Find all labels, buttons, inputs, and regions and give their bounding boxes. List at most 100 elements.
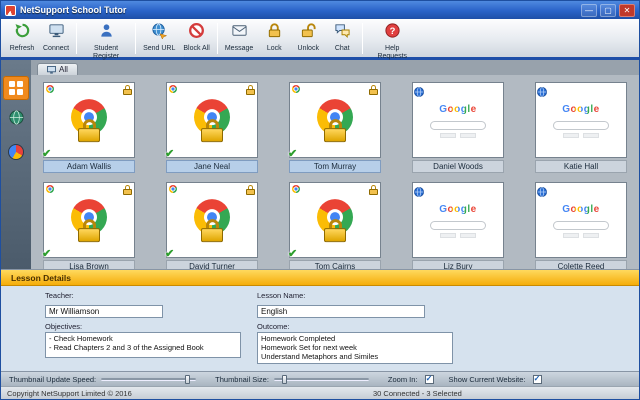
sidebar-item-web-view[interactable] bbox=[3, 108, 29, 132]
student-grid: Google ✔ Adam Wallis Google ✔ Jane Neal bbox=[31, 75, 639, 273]
chrome-badge-icon bbox=[46, 85, 54, 93]
unlock-icon bbox=[300, 22, 317, 44]
refresh-button[interactable]: Refresh bbox=[5, 20, 39, 57]
student-thumbnail[interactable]: Google ✔ Tom Murray bbox=[288, 82, 381, 173]
app-logo-icon bbox=[5, 4, 16, 16]
student-screen: Google ✔ bbox=[535, 182, 627, 258]
lock-overlay-icon bbox=[78, 219, 100, 243]
student-thumbnail[interactable]: Google ✔ Jane Neal bbox=[165, 82, 258, 173]
slider-thumb[interactable] bbox=[184, 374, 190, 384]
student-screen: Google ✔ bbox=[42, 182, 135, 260]
student-name: Tom Murray bbox=[289, 160, 381, 173]
sidebar-item-survey-view[interactable] bbox=[3, 140, 29, 164]
web-page-preview: Google bbox=[536, 183, 626, 257]
lock-overlay-icon bbox=[78, 119, 100, 143]
student-screen: Google ✔ bbox=[412, 82, 504, 158]
thumbnail-update-speed-slider[interactable] bbox=[101, 374, 197, 385]
lesson-details-panel: Lesson Details Teacher: Lesson Name: Obj… bbox=[1, 269, 639, 371]
teacher-label: Teacher: bbox=[45, 291, 74, 300]
student-thumbnail[interactable]: Google ✔ Tom Cairns bbox=[288, 182, 381, 273]
browser-badge-icon bbox=[537, 184, 547, 197]
student-screen: Google ✔ bbox=[165, 82, 258, 160]
toolbar-separator bbox=[216, 23, 218, 54]
student-screen: Google ✔ bbox=[165, 182, 258, 260]
chrome-badge-icon bbox=[292, 85, 300, 93]
tab-all[interactable]: All bbox=[37, 63, 78, 75]
student-name: Daniel Woods bbox=[412, 160, 504, 173]
google-logo: Google bbox=[562, 204, 600, 215]
student-thumbnail[interactable]: Google ✔ Katie Hall bbox=[535, 82, 627, 173]
outcome-input[interactable]: Homework Completed Homework Set for next… bbox=[257, 332, 453, 364]
close-button[interactable]: ✕ bbox=[619, 3, 635, 17]
status-bar: Copyright NetSupport Limited © 2016 30 C… bbox=[1, 386, 639, 399]
student-thumbnail[interactable]: Google ✔ Colette Reed bbox=[535, 182, 627, 273]
unlock-button[interactable]: Unlock bbox=[291, 20, 325, 57]
chrome-badge-icon bbox=[292, 185, 300, 193]
globe-icon bbox=[8, 109, 25, 131]
student-name: Katie Hall bbox=[535, 160, 627, 173]
thumbnail-update-speed-label: Thumbnail Update Speed: bbox=[9, 374, 97, 384]
copyright-text: Copyright NetSupport Limited © 2016 bbox=[7, 388, 132, 398]
checkmark-icon: ✔ bbox=[288, 148, 298, 160]
student-screen: Google ✔ bbox=[535, 82, 627, 158]
message-button[interactable]: Message bbox=[221, 20, 257, 57]
block-all-button[interactable]: Block All bbox=[179, 20, 213, 57]
objectives-input[interactable]: - Check Homework - Read Chapters 2 and 3… bbox=[45, 332, 241, 358]
window-title: NetSupport School Tutor bbox=[20, 5, 127, 15]
lock-button[interactable]: Lock bbox=[257, 20, 291, 57]
lock-overlay-icon bbox=[201, 219, 223, 243]
chat-button[interactable]: Chat bbox=[325, 20, 359, 57]
browser-badge-icon bbox=[414, 184, 424, 197]
maximize-button[interactable]: ▢ bbox=[600, 3, 616, 17]
student-screen: Google ✔ bbox=[288, 182, 381, 260]
thumbnail-size-slider[interactable] bbox=[273, 374, 369, 385]
thumbnail-controls-bar: Thumbnail Update Speed: Thumbnail Size: … bbox=[1, 371, 639, 386]
chrome-badge-icon bbox=[169, 85, 177, 93]
teacher-input[interactable] bbox=[45, 305, 163, 318]
lesson-details-header[interactable]: Lesson Details bbox=[1, 270, 639, 286]
lock-badge-icon bbox=[123, 85, 132, 95]
connect-icon bbox=[48, 22, 65, 44]
zoom-in-label: Zoom In: bbox=[387, 374, 418, 384]
connect-button[interactable]: Connect bbox=[39, 20, 73, 57]
student-screen: Google ✔ bbox=[42, 82, 135, 160]
checkmark-icon: ✔ bbox=[288, 248, 298, 260]
help-requests-button[interactable]: ? Help Requests bbox=[366, 20, 418, 60]
student-thumbnail[interactable]: Google ✔ Daniel Woods bbox=[412, 82, 504, 173]
lock-icon bbox=[266, 22, 283, 44]
outcome-field: Outcome: Homework Completed Homework Set… bbox=[257, 322, 629, 364]
search-box bbox=[553, 121, 609, 130]
send-url-button[interactable]: Send URL bbox=[139, 20, 179, 57]
student-register-button[interactable]: Student Register bbox=[80, 20, 132, 60]
google-logo: Google bbox=[439, 104, 477, 115]
minimize-button[interactable]: — bbox=[581, 3, 597, 17]
student-screen: Google ✔ bbox=[412, 182, 504, 258]
main-toolbar: Refresh Connect Student Register Send UR… bbox=[1, 19, 639, 60]
send-url-icon bbox=[151, 22, 168, 44]
student-thumbnail[interactable]: Google ✔ Liz Bury bbox=[412, 182, 504, 273]
group-tab-bar: All bbox=[31, 60, 639, 75]
student-thumbnail[interactable]: Google ✔ David Turner bbox=[165, 182, 258, 273]
google-logo: Google bbox=[562, 104, 600, 115]
student-thumbnail[interactable]: Google ✔ Lisa Brown bbox=[42, 182, 135, 273]
slider-thumb[interactable] bbox=[281, 374, 287, 384]
student-thumbnail[interactable]: Google ✔ Adam Wallis bbox=[42, 82, 135, 173]
checkmark-icon: ✔ bbox=[42, 248, 52, 260]
help-requests-icon: ? bbox=[384, 22, 401, 44]
show-current-website-checkbox[interactable] bbox=[532, 374, 542, 384]
lesson-name-input[interactable] bbox=[257, 305, 425, 318]
lesson-name-label: Lesson Name: bbox=[257, 291, 306, 300]
objectives-field: Objectives: - Check Homework - Read Chap… bbox=[45, 322, 257, 364]
toolbar-separator bbox=[135, 23, 137, 54]
zoom-in-checkbox[interactable] bbox=[424, 374, 434, 384]
lesson-name-field: Lesson Name: bbox=[257, 291, 629, 319]
lock-badge-icon bbox=[369, 185, 378, 195]
chrome-badge-icon bbox=[46, 185, 54, 193]
toolbar-separator bbox=[362, 23, 364, 54]
lock-overlay-icon bbox=[201, 119, 223, 143]
title-bar: NetSupport School Tutor — ▢ ✕ bbox=[1, 1, 639, 19]
lock-badge-icon bbox=[246, 185, 255, 195]
sidebar-item-monitor-view[interactable] bbox=[3, 76, 29, 100]
monitor-icon bbox=[47, 65, 56, 74]
chat-icon bbox=[334, 22, 351, 44]
